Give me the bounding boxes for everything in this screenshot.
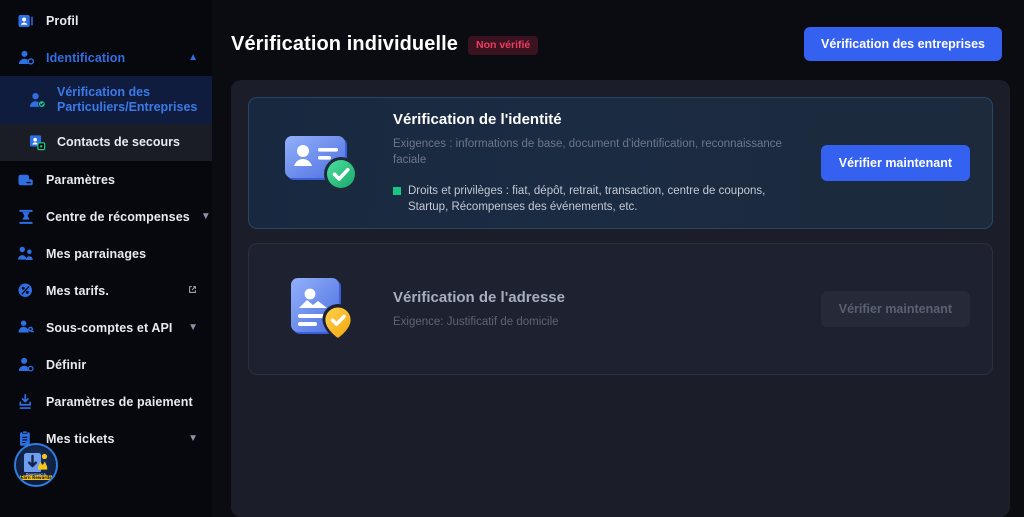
sidebar-item-label: Vérification des Particuliers/Entreprise… <box>57 85 198 114</box>
verification-panel: Vérification de l'identité Exigences : i… <box>231 80 1010 517</box>
contacts-icon <box>28 133 47 152</box>
sidebar-item-definir[interactable]: Définir <box>0 346 212 383</box>
identity-card-perks: Droits et privilèges : fiat, dépôt, retr… <box>393 183 807 216</box>
identity-card-requirements: Exigences : informations de base, docume… <box>393 137 782 166</box>
sidebar-item-label: Paramètres <box>46 172 116 187</box>
profile-card-icon <box>16 11 35 30</box>
sidebar-item-identification[interactable]: Identification ▲ <box>0 39 212 76</box>
id-card-check-icon <box>271 124 375 202</box>
identity-verify-now-button[interactable]: Vérifier maintenant <box>820 145 970 181</box>
api-icon <box>16 318 35 337</box>
sidebar-item-label: Identification <box>46 50 126 65</box>
identity-verification-card[interactable]: Vérification de l'identité Exigences : i… <box>248 97 993 229</box>
address-document-pin-icon <box>271 268 375 350</box>
chevron-down-icon[interactable]: ▼ <box>188 322 198 333</box>
settings-icon <box>16 170 35 189</box>
sidebar-item-contacts-de-secours[interactable]: Contacts de secours <box>0 124 212 161</box>
business-verification-button[interactable]: Vérification des entreprises <box>804 27 1002 61</box>
sidebar-item-profil[interactable]: Profil <box>0 2 212 39</box>
sidebar-item-verification-particuliers-entreprises[interactable]: Vérification des Particuliers/Entreprise… <box>0 76 212 124</box>
identity-card-perks-text: Droits et privilèges : fiat, dépôt, retr… <box>408 184 766 214</box>
sidebar-item-label: Sous-comptes et API <box>46 320 173 335</box>
app-root: Profil Identification ▲ Vérification des… <box>0 0 1024 517</box>
sidebar-item-label: Mes tickets <box>46 431 115 446</box>
page-header: Vérification individuelle Non vérifié Vé… <box>212 0 1024 66</box>
address-card-title: Vérification de l'adresse <box>393 288 565 306</box>
address-verification-card[interactable]: Vérification de l'adresse Exigence: Just… <box>248 243 993 375</box>
main-content: Vérification individuelle Non vérifié Vé… <box>212 0 1024 517</box>
payment-settings-icon <box>16 392 35 411</box>
status-badge: Non vérifié <box>468 35 539 55</box>
sidebar-item-label: Paramètres de paiement <box>46 394 193 409</box>
sidebar-item-parametres-de-paiement[interactable]: Paramètres de paiement <box>0 383 212 420</box>
avatar-badge-icon: Download & Earn Rewards <box>14 443 58 487</box>
identity-card-title: Vérification de l'identité <box>393 110 562 128</box>
user-verified-icon <box>28 91 47 110</box>
sidebar-item-label: Centre de récompenses <box>46 209 190 224</box>
identity-card-body: Vérification de l'identité Exigences : i… <box>375 111 821 216</box>
chevron-down-icon[interactable]: ▼ <box>201 211 211 222</box>
sidebar-item-label: Contacts de secours <box>57 135 180 149</box>
page-title: Vérification individuelle <box>231 32 458 55</box>
rewards-icon <box>16 207 35 226</box>
user-check-icon <box>16 48 35 67</box>
sidebar-item-mes-tarifs[interactable]: Mes tarifs. <box>0 272 212 309</box>
address-card-body: Vérification de l'adresse Exigence: Just… <box>375 289 821 330</box>
chevron-down-icon[interactable]: ▼ <box>188 433 198 444</box>
sidebar-item-label: Profil <box>46 13 79 28</box>
address-verify-now-button[interactable]: Vérifier maintenant <box>820 291 970 327</box>
sidebar-item-centre-de-recompenses[interactable]: Centre de récompenses ▼ <box>0 198 212 235</box>
perk-bullet-icon <box>393 186 401 195</box>
external-link-icon[interactable] <box>187 284 198 298</box>
avatar[interactable]: Download & Earn Rewards <box>14 443 58 487</box>
svg-text:Earn Rewards: Earn Rewards <box>20 475 52 480</box>
chevron-up-icon[interactable]: ▲ <box>188 52 198 63</box>
referrals-icon <box>16 244 35 263</box>
define-icon <box>16 355 35 374</box>
sidebar-item-label: Définir <box>46 357 87 372</box>
sidebar-item-parametres[interactable]: Paramètres <box>0 161 212 198</box>
sidebar-item-label: Mes parrainages <box>46 246 147 261</box>
fees-icon <box>16 281 35 300</box>
sidebar-item-mes-parrainages[interactable]: Mes parrainages <box>0 235 212 272</box>
sidebar-item-label: Mes tarifs. <box>46 283 109 298</box>
sidebar-item-sous-comptes-et-api[interactable]: Sous-comptes et API ▼ <box>0 309 212 346</box>
address-card-requirements: Exigence: Justificatif de domicile <box>393 315 559 328</box>
sidebar: Profil Identification ▲ Vérification des… <box>0 0 212 517</box>
